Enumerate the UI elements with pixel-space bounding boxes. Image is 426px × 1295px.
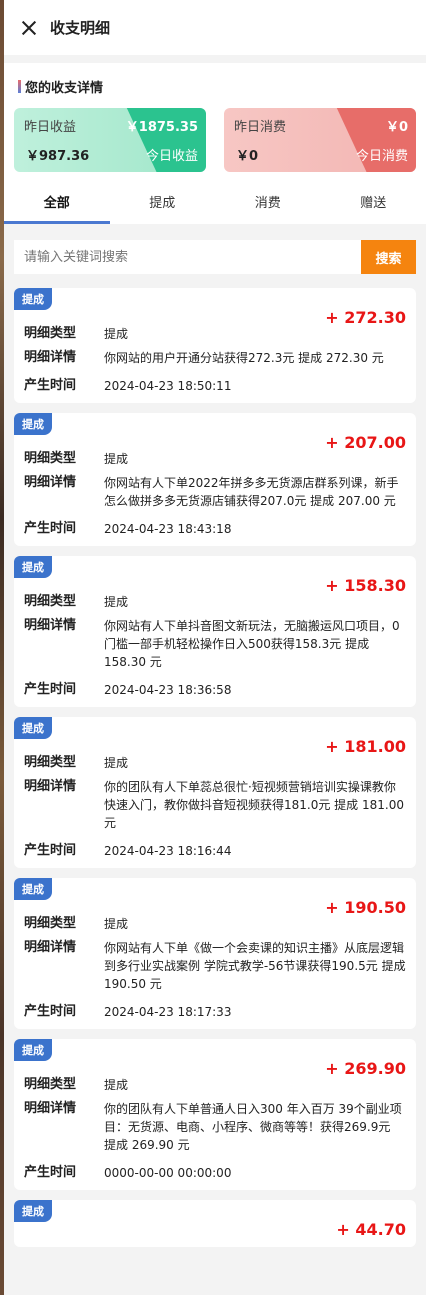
record-type-value: 提成: [104, 756, 129, 770]
record-time-value: 2024-04-23 18:17:33: [104, 1005, 232, 1019]
record-badge: 提成: [14, 1200, 58, 1222]
record-badge: 提成: [14, 556, 58, 578]
record-detail-label: 明细详情: [24, 940, 77, 955]
record-type-value: 提成: [104, 327, 129, 341]
today-income-value: ￥987.36: [26, 149, 90, 164]
search-bar: 搜索: [14, 240, 416, 274]
record-time-row: 产生时间 0000-00-00 00:00:00: [24, 1164, 406, 1182]
record-type-row: 明细类型 提成: [24, 754, 406, 772]
record-type-row: 明细类型 提成: [24, 593, 406, 611]
record-detail-value: 你网站的用户开通分站获得272.3元 提成 272.30 元: [104, 351, 384, 365]
record-detail-row: 明细详情 你网站有人下单2022年拼多多无货源店群系列课，新手怎么做拼多多无货源店…: [24, 474, 406, 510]
tab-all[interactable]: 全部: [4, 187, 110, 224]
record-list: 提成 + 272.30 明细类型 提成 明细详情 你网站的用户开通分站获得272.3元 提…: [4, 288, 426, 1247]
record-time-value: 2024-04-23 18:16:44: [104, 844, 232, 858]
tab-gift[interactable]: 赠送: [321, 187, 426, 224]
record-detail-row: 明细详情 你网站的用户开通分站获得272.3元 提成 272.30 元: [24, 349, 406, 367]
record-time-row: 产生时间 2024-04-23 18:16:44: [24, 842, 406, 860]
record-card: 提成 + 44.70: [14, 1200, 416, 1247]
record-type-row: 明细类型 提成: [24, 450, 406, 468]
record-detail-row: 明细详情 你网站有人下单《做一个会卖课的知识主播》从底层逻辑到多行业实战案例 学院…: [24, 939, 406, 993]
record-type-label: 明细类型: [24, 594, 77, 609]
record-time-label: 产生时间: [24, 378, 77, 393]
record-detail-value: 你的团队有人下单蕊总很忙·短视频营销培训实操课教你快速入门，教你做抖音短视频获得…: [104, 780, 404, 830]
income-expense-panel: 收支明细 您的收支详情 昨日收益 ￥1875.35 ￥987.36 今日收益 昨…: [4, 0, 426, 1295]
yesterday-expense-label: 昨日消费: [234, 120, 287, 135]
record-badge: 提成: [14, 1039, 58, 1061]
close-icon[interactable]: [20, 19, 38, 37]
record-time-label: 产生时间: [24, 682, 77, 697]
search-button[interactable]: 搜索: [361, 240, 416, 274]
record-type-row: 明细类型 提成: [24, 1076, 406, 1094]
filter-tabs: 全部 提成 消费 赠送: [4, 187, 426, 224]
record-type-label: 明细类型: [24, 326, 77, 341]
record-card: 提成 + 181.00 明细类型 提成 明细详情 你的团队有人下单蕊总很忙·短视频营销培训…: [14, 717, 416, 868]
today-income-label: 今日收益: [145, 149, 198, 164]
record-type-label: 明细类型: [24, 451, 77, 466]
page-title: 收支明细: [50, 19, 111, 37]
yesterday-income-label: 昨日收益: [24, 120, 77, 135]
record-card: 提成 + 269.90 明细类型 提成 明细详情 你的团队有人下单普通人日入300 年入百…: [14, 1039, 416, 1190]
record-type-label: 明细类型: [24, 755, 77, 770]
record-card: 提成 + 158.30 明细类型 提成 明细详情 你网站有人下单抖音图文新玩法，无脑搬运风…: [14, 556, 416, 707]
record-time-label: 产生时间: [24, 521, 77, 536]
record-time-value: 2024-04-23 18:36:58: [104, 683, 232, 697]
record-type-row: 明细类型 提成: [24, 325, 406, 343]
record-time-label: 产生时间: [24, 1004, 77, 1019]
record-type-value: 提成: [104, 917, 129, 931]
record-card: 提成 + 272.30 明细类型 提成 明细详情 你网站的用户开通分站获得272.3元 提…: [14, 288, 416, 403]
record-time-row: 产生时间 2024-04-23 18:43:18: [24, 520, 406, 538]
record-card: 提成 + 190.50 明细类型 提成 明细详情 你网站有人下单《做一个会卖课的知识主播》…: [14, 878, 416, 1029]
summary-title: 您的收支详情: [18, 77, 416, 96]
expense-card: 昨日消费 ￥0 ￥0 今日消费: [224, 108, 416, 172]
record-card: 提成 + 207.00 明细类型 提成 明细详情 你网站有人下单2022年拼多多无货源店群…: [14, 413, 416, 546]
record-detail-label: 明细详情: [24, 475, 77, 490]
income-card: 昨日收益 ￥1875.35 ￥987.36 今日收益: [14, 108, 206, 172]
record-type-row: 明细类型 提成: [24, 915, 406, 933]
record-badge: 提成: [14, 878, 58, 900]
record-time-value: 2024-04-23 18:50:11: [104, 379, 232, 393]
record-time-row: 产生时间 2024-04-23 18:17:33: [24, 1003, 406, 1021]
summary-cards: 昨日收益 ￥1875.35 ￥987.36 今日收益 昨日消费 ￥0 ￥0 今日…: [14, 108, 416, 172]
record-badge: 提成: [14, 413, 58, 435]
record-detail-row: 明细详情 你的团队有人下单普通人日入300 年入百万 39个副业项目：无货源、电商…: [24, 1100, 406, 1154]
record-badge: 提成: [14, 717, 58, 739]
record-detail-label: 明细详情: [24, 1101, 77, 1116]
yesterday-income-value: ￥1875.35: [125, 120, 198, 135]
record-time-value: 0000-00-00 00:00:00: [104, 1166, 232, 1180]
summary-title-text: 您的收支详情: [25, 81, 104, 96]
record-time-row: 产生时间 2024-04-23 18:36:58: [24, 681, 406, 699]
record-time-row: 产生时间 2024-04-23 18:50:11: [24, 377, 406, 395]
tab-commission[interactable]: 提成: [110, 187, 216, 224]
record-type-value: 提成: [104, 1078, 129, 1092]
record-detail-label: 明细详情: [24, 779, 77, 794]
record-badge: 提成: [14, 288, 58, 310]
record-type-label: 明细类型: [24, 1077, 77, 1092]
record-detail-value: 你网站有人下单抖音图文新玩法，无脑搬运风口项目，0门槛一部手机轻松操作日入500…: [104, 619, 400, 669]
tab-consumption[interactable]: 消费: [215, 187, 321, 224]
record-detail-row: 明细详情 你的团队有人下单蕊总很忙·短视频营销培训实操课教你快速入门，教你做抖音短…: [24, 778, 406, 832]
record-type-value: 提成: [104, 452, 129, 466]
search-input[interactable]: [14, 240, 361, 274]
today-expense-label: 今日消费: [355, 149, 408, 164]
record-detail-label: 明细详情: [24, 350, 77, 365]
record-amount: + 44.70: [336, 1220, 406, 1239]
today-expense-value: ￥0: [236, 149, 259, 164]
record-detail-value: 你网站有人下单2022年拼多多无货源店群系列课，新手怎么做拼多多无货源店铺获得2…: [104, 476, 399, 508]
record-time-label: 产生时间: [24, 1165, 77, 1180]
record-detail-row: 明细详情 你网站有人下单抖音图文新玩法，无脑搬运风口项目，0门槛一部手机轻松操作日…: [24, 617, 406, 671]
title-accent-bar: [18, 80, 21, 93]
record-detail-value: 你网站有人下单《做一个会卖课的知识主播》从底层逻辑到多行业实战案例 学院式教学-…: [104, 941, 406, 991]
header: 收支明细: [4, 0, 426, 55]
record-type-label: 明细类型: [24, 916, 77, 931]
record-detail-label: 明细详情: [24, 618, 77, 633]
record-time-label: 产生时间: [24, 843, 77, 858]
record-detail-value: 你的团队有人下单普通人日入300 年入百万 39个副业项目：无货源、电商、小程序…: [104, 1102, 402, 1152]
record-time-value: 2024-04-23 18:43:18: [104, 522, 232, 536]
record-type-value: 提成: [104, 595, 129, 609]
yesterday-expense-value: ￥0: [385, 120, 408, 135]
